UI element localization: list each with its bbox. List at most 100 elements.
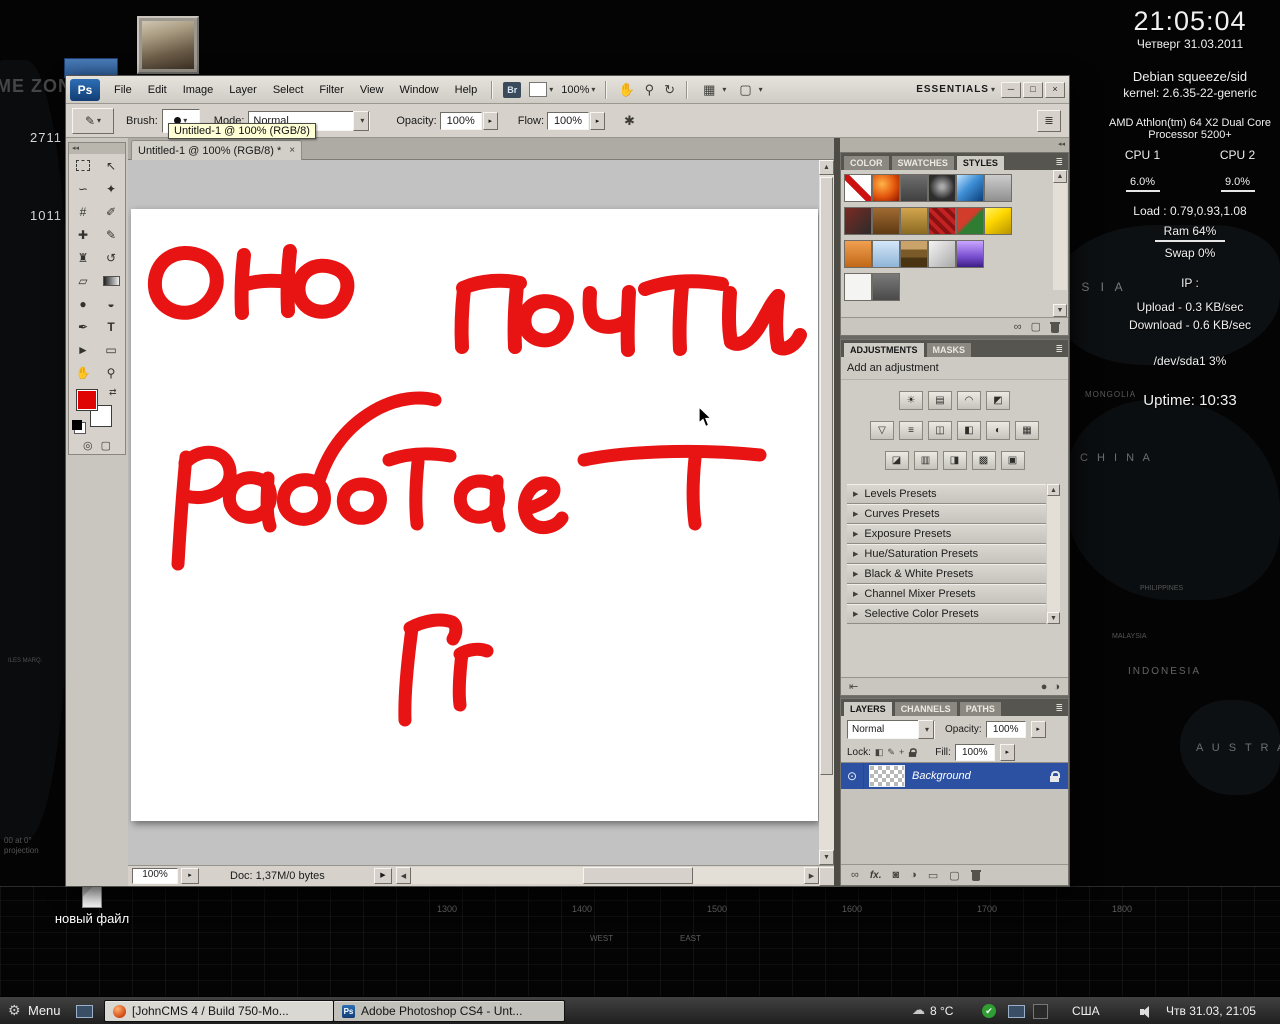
vertical-scrollbar[interactable]: ▲ ▼: [819, 160, 834, 865]
new-adjustment-icon[interactable]: ◑: [910, 869, 917, 881]
menu-filter[interactable]: Filter: [311, 81, 351, 99]
default-colors-icon[interactable]: [72, 420, 82, 430]
rectangular-marquee-tool[interactable]: [69, 154, 97, 177]
tab-channels[interactable]: CHANNELS: [893, 701, 958, 716]
styles-scroll-track[interactable]: [1053, 183, 1067, 290]
preset-row[interactable]: ▶ Levels Presets: [847, 484, 1046, 504]
layer-blend-mode-dropdown[interactable]: Normal ▾: [847, 719, 935, 739]
lock-pixels-icon[interactable]: ✎: [887, 747, 895, 758]
posterize-icon[interactable]: ▥: [913, 451, 938, 470]
menu-select[interactable]: Select: [265, 81, 312, 99]
style-swatch[interactable]: [984, 174, 1012, 202]
color-balance-icon[interactable]: ◫: [928, 421, 952, 440]
blur-tool[interactable]: ●: [69, 292, 97, 315]
link-layers-icon[interactable]: ∞: [851, 869, 859, 881]
channel-mixer-icon[interactable]: ▦: [1015, 421, 1039, 440]
new-layer-icon[interactable]: ▢: [949, 869, 959, 882]
style-swatch[interactable]: [844, 240, 872, 268]
tab-adjustments[interactable]: ADJUSTMENTS: [843, 342, 925, 357]
history-brush-tool[interactable]: ↺: [97, 246, 125, 269]
scroll-up-button[interactable]: ▲: [1047, 484, 1060, 496]
delete-style-icon[interactable]: [1050, 321, 1060, 333]
eyedropper-tool[interactable]: ✐: [97, 200, 125, 223]
style-swatch[interactable]: [872, 174, 900, 202]
lock-all-icon[interactable]: [909, 747, 918, 757]
lasso-tool[interactable]: ∽: [69, 177, 97, 200]
minimize-button[interactable]: ─: [1001, 81, 1021, 98]
layer-effects-icon[interactable]: fx.: [870, 870, 882, 881]
close-button[interactable]: ×: [1045, 81, 1065, 98]
invert-icon[interactable]: ◪: [884, 451, 909, 470]
zoom-tool[interactable]: ⚲: [97, 361, 125, 384]
layer-thumbnail[interactable]: [869, 765, 905, 787]
quick-selection-tool[interactable]: ✦: [97, 177, 125, 200]
curves-icon[interactable]: ◠: [957, 391, 981, 410]
vertical-scroll-thumb[interactable]: [820, 177, 833, 775]
style-swatch[interactable]: [900, 240, 928, 268]
panel-menu-icon[interactable]: ≣: [1050, 155, 1068, 170]
menu-window[interactable]: Window: [392, 81, 447, 99]
status-flyout-button[interactable]: ▶: [374, 868, 392, 884]
hand-tool[interactable]: ✋: [69, 361, 97, 384]
fill-spinner[interactable]: ▸: [999, 743, 1015, 761]
scroll-left-button[interactable]: ◀: [396, 867, 411, 884]
menu-layer[interactable]: Layer: [221, 81, 265, 99]
tray-app-icon[interactable]: [1033, 1004, 1048, 1019]
opacity-spinner[interactable]: ▸: [482, 111, 498, 130]
opacity-input[interactable]: 100%: [439, 111, 482, 130]
path-selection-tool[interactable]: ►: [69, 338, 97, 361]
style-swatch[interactable]: [844, 174, 872, 202]
scroll-right-button[interactable]: ▶: [804, 867, 819, 884]
taskbar-clock[interactable]: Чтв 31.03, 21:05: [1166, 1004, 1256, 1018]
toggle-visibility-icon[interactable]: ◑: [1053, 681, 1060, 693]
dropdown-button[interactable]: ▾: [918, 719, 934, 739]
menu-gear-icon[interactable]: ⚙: [8, 1002, 21, 1019]
expanded-view-icon[interactable]: ⇤: [849, 680, 858, 693]
toggle-panels-button[interactable]: ≣: [1037, 109, 1061, 132]
dock-collapse-bar[interactable]: ◂◂: [840, 138, 1069, 152]
photo-filter-icon[interactable]: ◐: [986, 421, 1010, 440]
desktop-icon-new-file[interactable]: новый файл: [44, 884, 140, 926]
airbrush-toggle-icon[interactable]: ✱: [619, 113, 640, 129]
scroll-down-button[interactable]: ▼: [1053, 304, 1067, 317]
style-swatch[interactable]: [844, 207, 872, 235]
arrange-documents-button[interactable]: ▦ ▾: [694, 81, 730, 99]
new-group-icon[interactable]: ▭: [928, 869, 938, 882]
tab-paths[interactable]: PATHS: [958, 701, 1002, 716]
document-tab[interactable]: Untitled-1 @ 100% (RGB/8) * ×: [131, 140, 303, 160]
hand-pan-icon[interactable]: ✋: [613, 82, 639, 98]
menu-view[interactable]: View: [352, 81, 392, 99]
layer-visibility-eye-icon[interactable]: ⊙: [841, 763, 864, 789]
scroll-up-button[interactable]: ▲: [1053, 170, 1067, 183]
vibrance-icon[interactable]: ▽: [870, 421, 894, 440]
network-monitor-icon[interactable]: [1008, 1005, 1025, 1018]
clone-stamp-tool[interactable]: ♜: [69, 246, 97, 269]
tool-preset-picker[interactable]: ✎ ▾: [72, 107, 114, 134]
keyboard-layout-indicator[interactable]: США: [1072, 1004, 1100, 1018]
preset-row[interactable]: ▶ Channel Mixer Presets: [847, 584, 1046, 604]
screen-mode-toggle[interactable]: ▢: [101, 439, 111, 452]
scroll-up-button[interactable]: ▲: [819, 160, 834, 175]
horizontal-scroll-thumb[interactable]: [583, 867, 693, 884]
flow-spinner[interactable]: ▸: [590, 111, 606, 130]
style-swatch[interactable]: [984, 207, 1012, 235]
brush-tool[interactable]: ✎: [97, 223, 125, 246]
image-viewport[interactable]: [128, 160, 819, 865]
style-swatch[interactable]: [928, 207, 956, 235]
type-tool[interactable]: T: [97, 315, 125, 338]
new-style-icon[interactable]: ▢: [1031, 320, 1041, 333]
show-desktop-icon[interactable]: [76, 1005, 93, 1018]
threshold-icon[interactable]: ◨: [942, 451, 967, 470]
workspace-switcher[interactable]: ESSENTIALS ▾: [912, 83, 999, 96]
style-swatch[interactable]: [956, 174, 984, 202]
preset-row[interactable]: ▶ Black & White Presets: [847, 564, 1046, 584]
scroll-down-button[interactable]: ▼: [819, 850, 834, 865]
delete-layer-icon[interactable]: [970, 869, 981, 881]
zoom-level-button[interactable]: 100% ▾: [557, 83, 599, 97]
preset-row[interactable]: ▶ Hue/Saturation Presets: [847, 544, 1046, 564]
style-swatch[interactable]: [900, 207, 928, 235]
style-swatch[interactable]: [872, 207, 900, 235]
fill-input[interactable]: 100%: [954, 743, 995, 761]
dodge-tool[interactable]: ◒: [97, 292, 125, 315]
pen-tool[interactable]: ✒: [69, 315, 97, 338]
